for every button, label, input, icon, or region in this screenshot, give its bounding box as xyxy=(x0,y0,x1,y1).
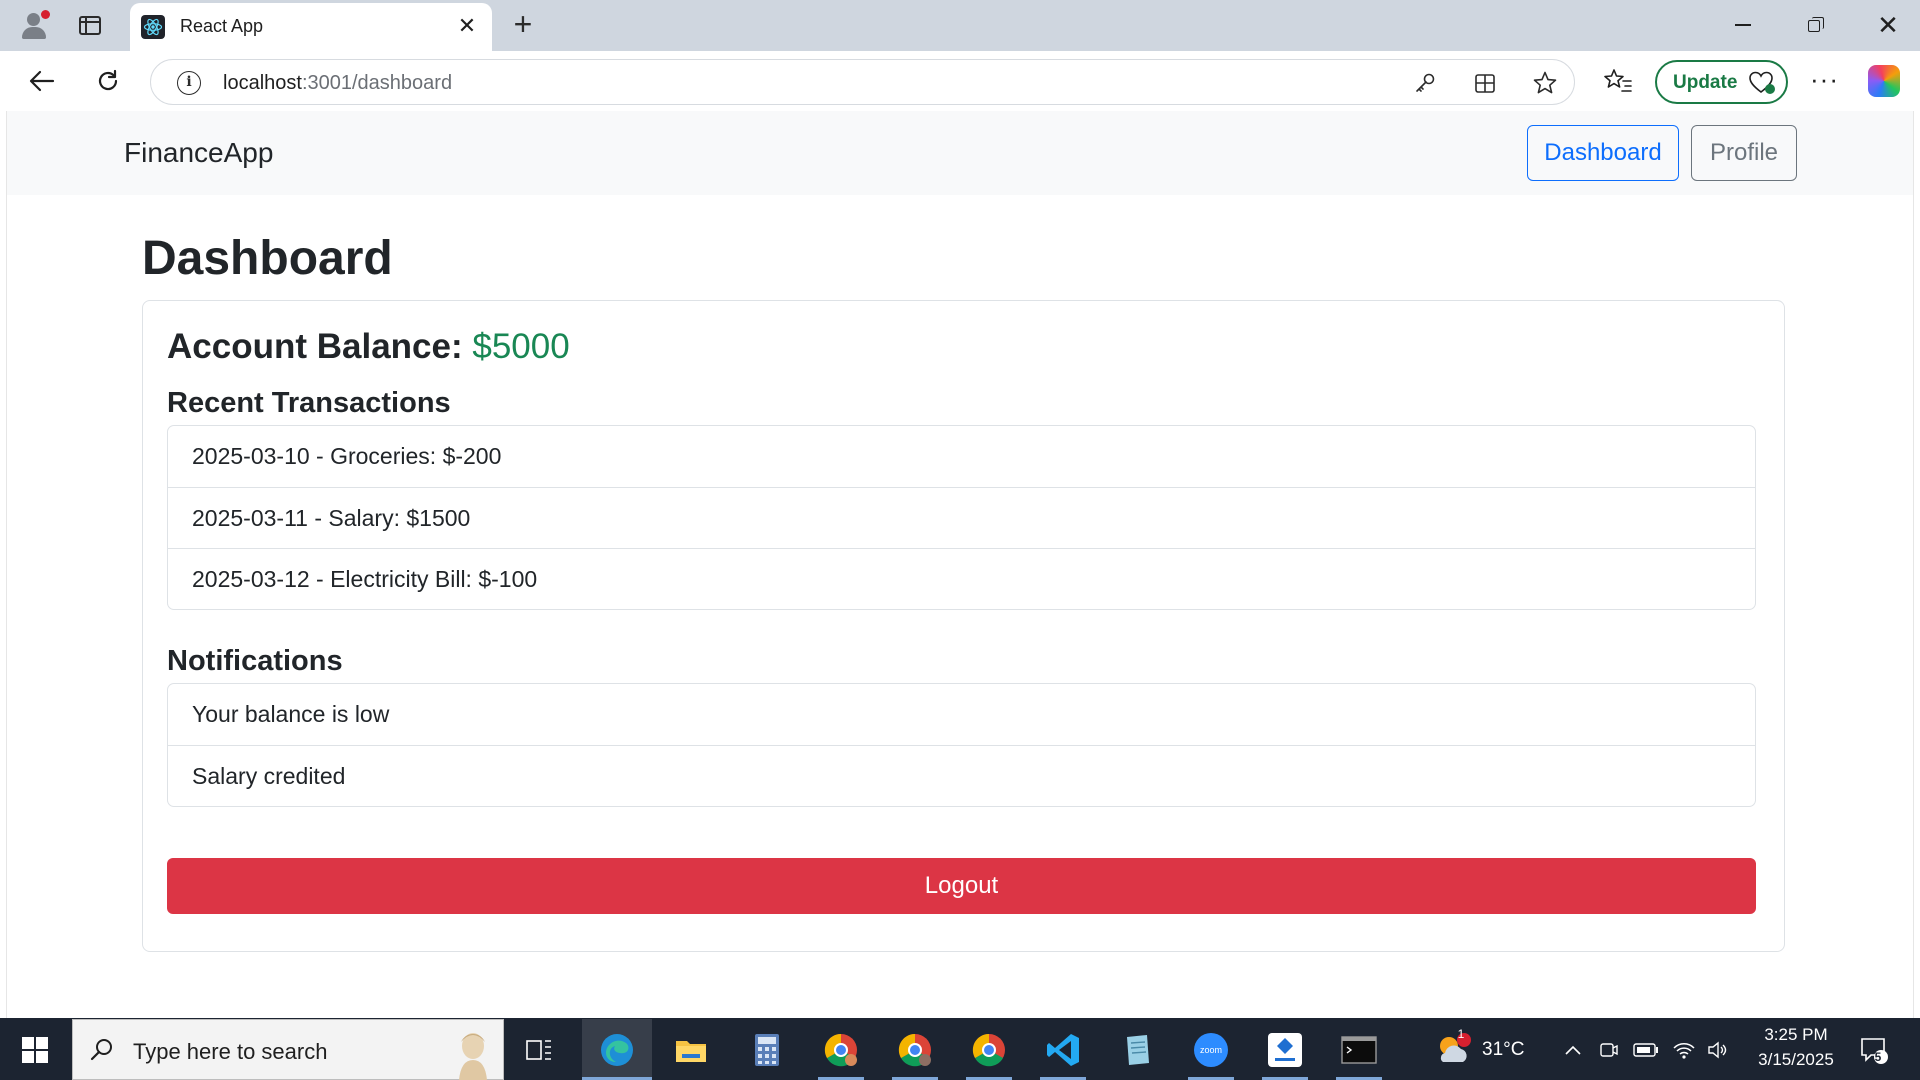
logout-button[interactable]: Logout xyxy=(167,858,1756,914)
copilot-icon[interactable] xyxy=(1868,65,1900,97)
page-title: Dashboard xyxy=(142,232,393,285)
vscode-icon[interactable] xyxy=(1040,1027,1086,1073)
search-placeholder: Type here to search xyxy=(133,1039,328,1064)
svg-text:zoom: zoom xyxy=(1200,1045,1222,1055)
taskbar-clock[interactable]: 3:25 PM 3/15/2025 xyxy=(1736,1022,1856,1072)
clock-date: 3/15/2025 xyxy=(1758,1050,1834,1069)
browser-toolbar: i localhost:3001/dashboard Update ··· xyxy=(0,51,1920,111)
app-navbar: FinanceApp Dashboard Profile xyxy=(7,111,1913,195)
react-favicon-icon xyxy=(141,15,165,39)
notepad-icon[interactable] xyxy=(1114,1027,1160,1073)
chrome-icon[interactable] xyxy=(966,1027,1012,1073)
address-bar[interactable]: i localhost:3001/dashboard xyxy=(150,59,1575,105)
chevron-up-icon[interactable] xyxy=(1560,1027,1586,1073)
favorite-star-icon[interactable] xyxy=(1531,69,1559,97)
notification-item: Salary credited xyxy=(168,745,1755,806)
favorites-icon[interactable] xyxy=(1600,63,1636,99)
battery-icon[interactable] xyxy=(1632,1027,1660,1073)
account-balance: Account Balance: $5000 xyxy=(167,327,570,367)
edge-browser-icon[interactable] xyxy=(582,1019,652,1080)
terminal-icon[interactable] xyxy=(1336,1027,1382,1073)
search-highlight-icon xyxy=(445,1024,501,1080)
window-close-icon[interactable]: ✕ xyxy=(1873,10,1903,40)
transactions-list: 2025-03-10 - Groceries: $-200 2025-03-11… xyxy=(167,425,1756,610)
restore-icon[interactable] xyxy=(1808,17,1824,33)
file-explorer-icon[interactable] xyxy=(668,1027,714,1073)
weather-temperature: 31°C xyxy=(1482,1039,1525,1060)
transactions-heading: Recent Transactions xyxy=(167,387,451,419)
transaction-item: 2025-03-10 - Groceries: $-200 xyxy=(192,443,502,469)
close-tab-icon[interactable]: ✕ xyxy=(455,14,479,38)
new-tab-icon[interactable]: + xyxy=(508,8,538,40)
notification-count: 5 xyxy=(1874,1050,1882,1064)
minimize-icon[interactable] xyxy=(1735,24,1751,26)
balance-value: $5000 xyxy=(472,327,570,366)
address-url[interactable]: localhost:3001/dashboard xyxy=(223,72,452,95)
chrome-profile-icon[interactable] xyxy=(892,1027,938,1073)
update-button[interactable]: Update xyxy=(1655,60,1788,104)
chrome-profile-icon[interactable] xyxy=(818,1027,864,1073)
profile-icon[interactable] xyxy=(18,9,50,41)
notifications-list: Your balance is low Salary credited xyxy=(167,683,1756,807)
app-launcher-icon[interactable] xyxy=(1262,1027,1308,1073)
wifi-icon[interactable] xyxy=(1670,1027,1698,1073)
reload-icon[interactable] xyxy=(90,63,126,99)
meet-now-icon[interactable] xyxy=(1596,1027,1622,1073)
app-available-icon[interactable] xyxy=(1471,69,1499,97)
nav-dashboard-button[interactable]: Dashboard xyxy=(1527,125,1679,181)
brand-link[interactable]: FinanceApp xyxy=(124,137,273,169)
notification-item: Your balance is low xyxy=(192,701,390,727)
site-info-icon[interactable]: i xyxy=(177,71,201,95)
transaction-item: 2025-03-12 - Electricity Bill: $-100 xyxy=(168,548,1755,609)
notifications-heading: Notifications xyxy=(167,645,343,677)
back-icon[interactable] xyxy=(24,63,60,99)
key-icon[interactable] xyxy=(1411,69,1439,97)
search-icon xyxy=(89,1037,115,1068)
tab-title: React App xyxy=(180,16,264,36)
weather-badge: 1 xyxy=(1457,1027,1465,1041)
nav-profile-button[interactable]: Profile xyxy=(1691,125,1797,181)
tab-actions-icon[interactable] xyxy=(79,16,101,35)
zoom-icon[interactable]: zoom xyxy=(1188,1027,1234,1073)
balance-label: Account Balance: xyxy=(167,327,463,366)
taskbar-search-box[interactable]: Type here to search xyxy=(72,1019,504,1080)
browser-tab[interactable]: React App ✕ xyxy=(130,3,492,51)
volume-icon[interactable] xyxy=(1704,1027,1732,1073)
weather-icon[interactable] xyxy=(1430,1027,1476,1073)
page-viewport: FinanceApp Dashboard Profile Dashboard A… xyxy=(6,111,1914,1018)
dashboard-card: Account Balance: $5000 Recent Transactio… xyxy=(142,300,1785,952)
windows-taskbar: Type here to search zoom 1 31°C 3:25 PM … xyxy=(0,1018,1920,1080)
browser-tab-bar: React App ✕ + ✕ xyxy=(0,0,1920,51)
transaction-item: 2025-03-11 - Salary: $1500 xyxy=(168,487,1755,548)
windows-start-icon[interactable] xyxy=(22,1037,48,1063)
calculator-icon[interactable] xyxy=(744,1027,790,1073)
heart-icon xyxy=(1749,71,1777,100)
more-options-icon[interactable]: ··· xyxy=(1810,64,1839,95)
clock-time: 3:25 PM xyxy=(1764,1025,1828,1044)
task-view-icon[interactable] xyxy=(516,1027,562,1073)
